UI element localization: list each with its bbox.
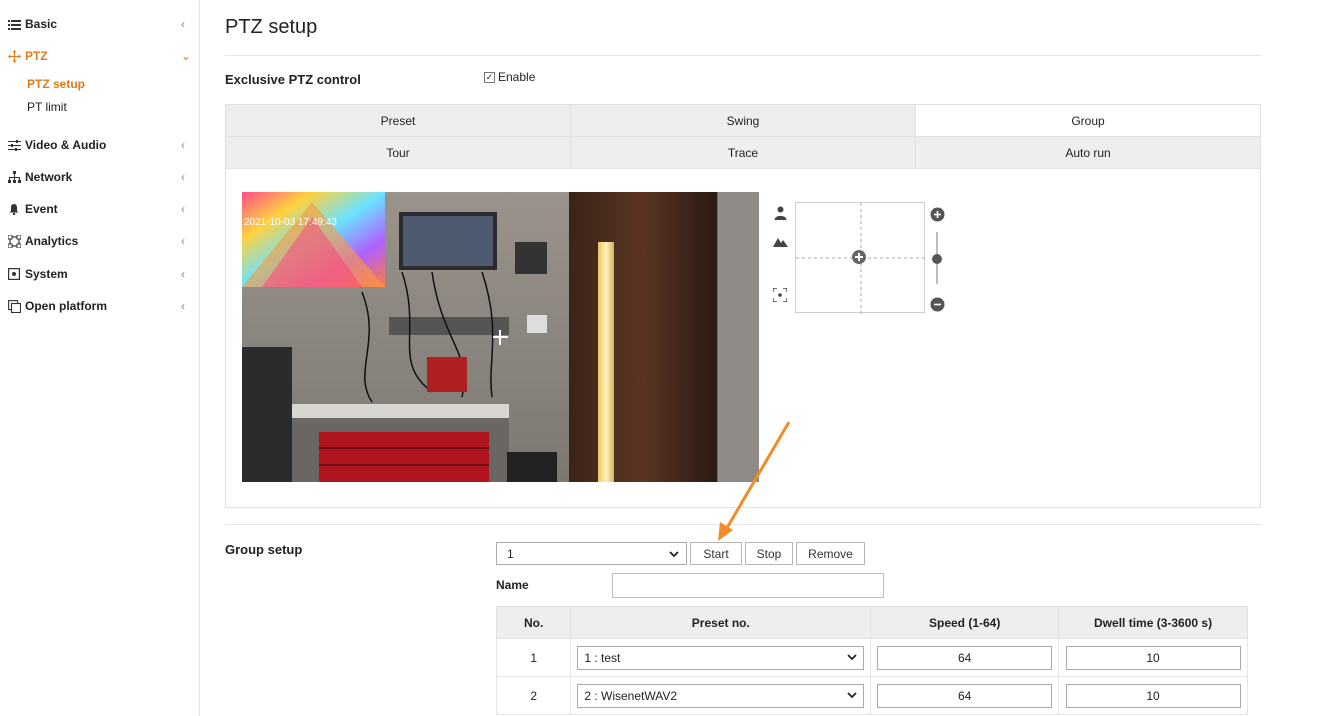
group-select-value: 1 [507,546,514,561]
chevron-down-icon [847,651,857,665]
sidebar-item-event[interactable]: Event ‹ [0,198,199,220]
chevron-left-icon: ‹ [181,202,185,216]
divider [225,55,1261,56]
name-label: Name [496,578,529,592]
sidebar-item-video-audio[interactable]: Video & Audio ‹ [0,134,199,156]
sidebar-item-system[interactable]: System ‹ [0,263,199,285]
tab-preset[interactable]: Preset [226,105,571,137]
sidebar-item-label: Network [25,170,73,184]
preset-select[interactable]: 2 : WisenetWAV2 [577,683,865,708]
landscape-icon[interactable] [773,235,788,250]
column-header: Dwell time (3-3600 s) [1058,606,1248,639]
list-icon [7,17,21,31]
sidebar-item-basic[interactable]: Basic ‹ [0,13,199,35]
group-setup-label: Group setup [225,542,303,557]
group-select[interactable]: 1 [496,542,687,565]
exclusive-ptz-label: Exclusive PTZ control [225,72,361,87]
enable-checkbox[interactable]: ✓ [484,71,495,83]
table-header-row: No. Preset no. Speed (1-64) Dwell time (… [495,606,1248,639]
column-header: Preset no. [570,606,872,639]
zoom-slider-handle[interactable] [932,254,942,264]
video-panel: 2021-10-03 17:49:43 [225,168,1261,508]
sidebar-item-analytics[interactable]: Analytics ‹ [0,230,199,252]
stop-button[interactable]: Stop [745,542,793,565]
speed-cell: 64 [870,638,1060,677]
speed-cell: 64 [870,676,1060,715]
tab-group[interactable]: Group [916,105,1260,137]
ptz-move-icon [7,49,21,63]
dwell-cell: 10 [1058,676,1248,715]
sidebar-item-ptz[interactable]: PTZ ⌄ [0,45,199,67]
zoom-out-icon[interactable] [930,297,945,315]
sidebar-item-label: Open platform [25,299,108,313]
chevron-left-icon: ‹ [181,299,185,313]
chevron-down-icon [847,689,857,703]
remove-button[interactable]: Remove [796,542,865,565]
dwell-cell: 10 [1058,638,1248,677]
page-title: PTZ setup [225,16,318,38]
system-icon [7,267,21,281]
tab-trace[interactable]: Trace [571,137,916,169]
chevron-left-icon: ‹ [181,17,185,31]
sidebar-subitem-pt-limit[interactable]: PT limit [27,100,67,114]
speed-input[interactable]: 64 [877,645,1053,670]
open-platform-icon [7,299,21,313]
chevron-left-icon: ‹ [181,170,185,184]
preset-select[interactable]: 1 : test [577,645,865,670]
tab-auto-run[interactable]: Auto run [916,137,1260,169]
chevron-left-icon: ‹ [181,234,185,248]
sidebar-item-label: Analytics [25,234,79,248]
sidebar-item-label: System [25,267,68,281]
column-header: Speed (1-64) [870,606,1060,639]
focus-icon[interactable] [772,287,788,305]
zoom-in-icon[interactable] [930,207,945,225]
preset-select-value: 2 : WisenetWAV2 [584,688,678,703]
sidebar: Basic ‹ PTZ ⌄ PTZ setup PT limit Video &… [0,0,200,716]
preset-select-value: 1 : test [584,650,621,665]
column-header: No. [495,606,572,639]
preset-cell: 1 : test [570,638,872,677]
sidebar-item-label: Event [25,202,58,216]
sidebar-item-label: PTZ [25,49,48,63]
chevron-down-icon: ⌄ [181,49,192,63]
divider [225,524,1261,525]
table-row: 2 2 : WisenetWAV2 64 10 [495,676,1248,715]
sliders-icon [7,138,21,152]
row-number: 1 [495,638,572,677]
person-icon[interactable] [774,206,787,223]
tab-swing[interactable]: Swing [571,105,916,137]
video-timestamp: 2021-10-03 17:49:43 [244,217,337,228]
start-button[interactable]: Start [690,542,742,565]
table-row: 1 1 : test 64 10 [495,638,1248,677]
sidebar-item-label: Video & Audio [25,138,107,152]
sidebar-item-open-platform[interactable]: Open platform ‹ [0,295,199,317]
row-number: 2 [495,676,572,715]
dwell-time-input[interactable]: 10 [1065,645,1241,670]
chevron-left-icon: ‹ [181,267,185,281]
group-preset-table: No. Preset no. Speed (1-64) Dwell time (… [495,606,1248,715]
name-input[interactable] [612,573,884,598]
camera-live-view[interactable]: 2021-10-03 17:49:43 [242,192,759,482]
sidebar-item-network[interactable]: Network ‹ [0,166,199,188]
sidebar-subitem-ptz-setup[interactable]: PTZ setup [27,77,85,91]
sidebar-item-label: Basic [25,17,58,31]
network-icon [7,170,21,184]
analytics-icon [7,234,21,248]
speed-input[interactable]: 64 [877,683,1053,708]
enable-checkbox-group[interactable]: ✓ Enable [484,70,535,84]
ptz-tabs: Preset Swing Group Tour Trace Auto run [225,104,1261,169]
ptz-joystick-pad[interactable] [795,202,926,314]
tab-tour[interactable]: Tour [226,137,571,169]
enable-label: Enable [498,70,536,84]
preset-cell: 2 : WisenetWAV2 [570,676,872,715]
bell-icon [7,202,21,216]
chevron-left-icon: ‹ [181,138,185,152]
chevron-down-icon [669,548,679,562]
dwell-time-input[interactable]: 10 [1065,683,1241,708]
